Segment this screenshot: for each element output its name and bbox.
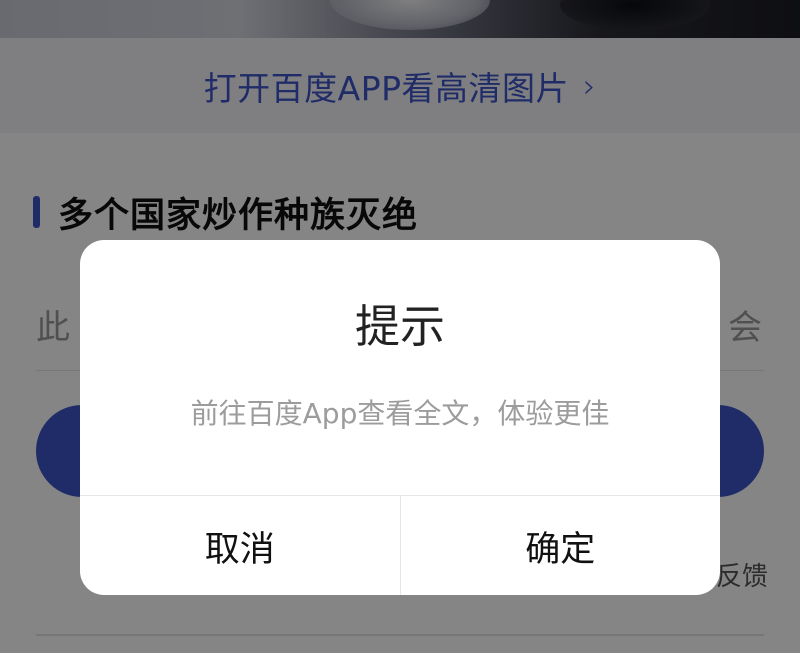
dialog-actions: 取消 确定: [80, 495, 720, 595]
dialog-title: 提示: [354, 300, 445, 353]
prompt-dialog: 提示 前往百度App查看全文，体验更佳 取消 确定: [80, 240, 720, 595]
confirm-button[interactable]: 确定: [401, 496, 721, 595]
page: 打开百度APP看高清图片 › 多个国家炒作种族灭绝 此 会 反馈 提示 前往百度…: [0, 0, 800, 653]
dialog-message: 前往百度App查看全文，体验更佳: [190, 397, 610, 430]
cancel-button[interactable]: 取消: [80, 496, 401, 595]
